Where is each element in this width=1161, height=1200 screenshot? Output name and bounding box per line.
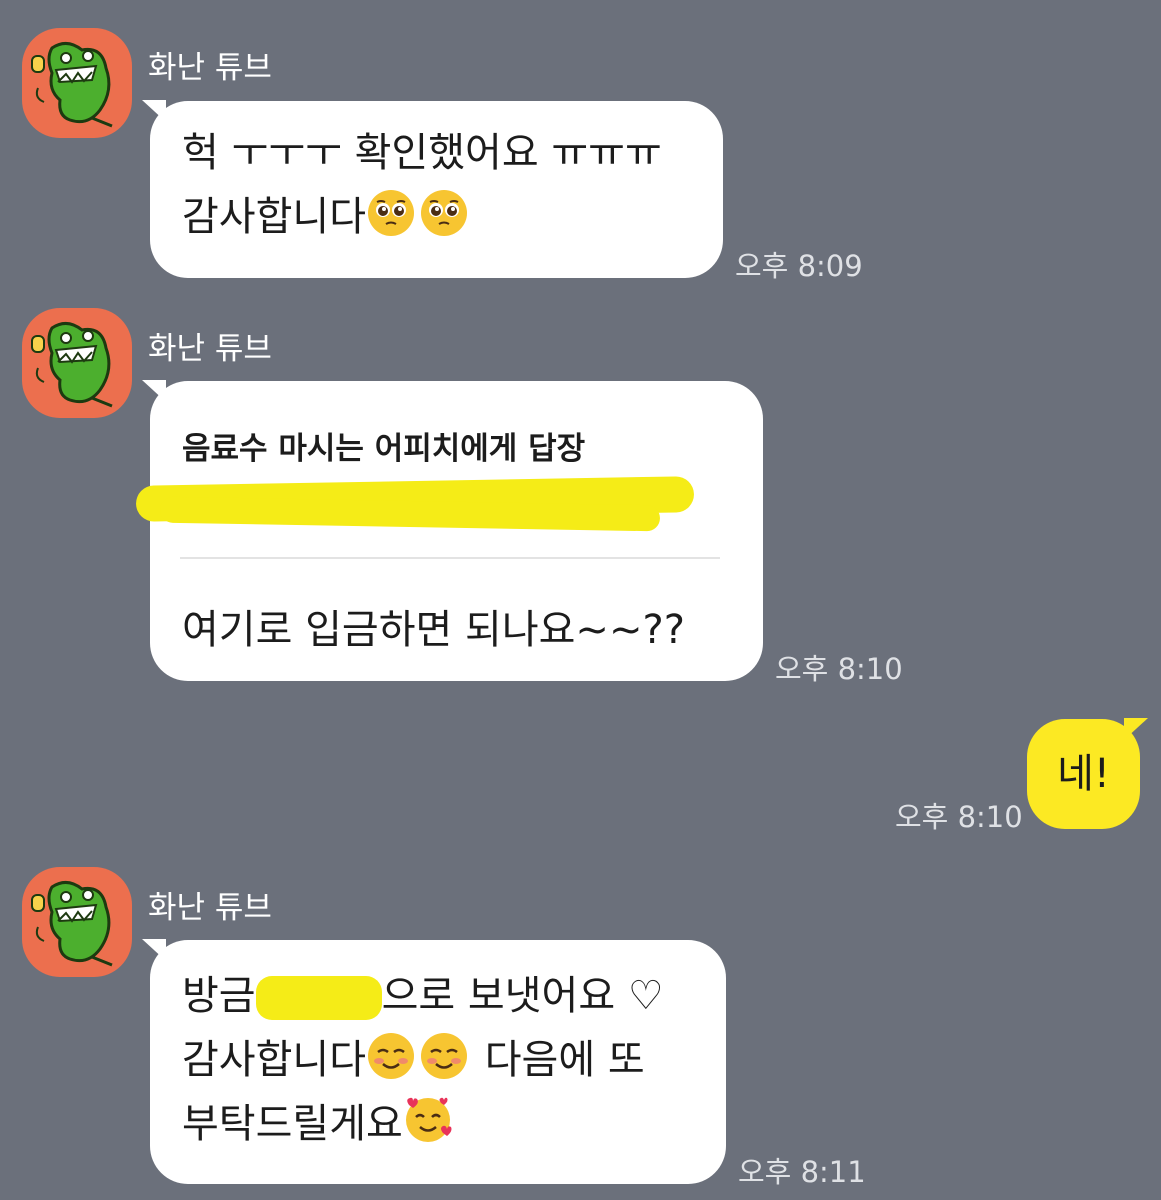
pleading-face-icon bbox=[419, 188, 469, 238]
message-text: 부탁드릴게요 bbox=[182, 1101, 403, 1147]
sender-name: 화난 튜브 bbox=[148, 890, 272, 926]
sender-avatar[interactable] bbox=[22, 867, 132, 977]
message-text: 감사합니다 bbox=[182, 1037, 366, 1083]
crocodile-avatar-icon bbox=[31, 42, 113, 128]
pleading-face-icon bbox=[366, 188, 416, 238]
smiling-face-icon bbox=[419, 1031, 469, 1081]
message-time: 오후 8:10 bbox=[775, 652, 903, 686]
message-bubble[interactable]: 방금 으로 보냇어요 ♡ 감사합니다 다음에 또 부탁드릴게요 bbox=[142, 939, 726, 1184]
message-text-line2: 감사합니다 다음에 또 bbox=[182, 1028, 726, 1092]
reply-message-bubble[interactable]: 음료수 마시는 어피치에게 답장 여기로 입금하면 되나요~~?? bbox=[135, 380, 763, 681]
message-text-line3: 부탁드릴게요 bbox=[182, 1092, 726, 1156]
message-text: 여기로 입금하면 되나요~~?? bbox=[182, 607, 685, 653]
sender-name: 화난 튜브 bbox=[148, 50, 272, 86]
message-text: 다음에 또 bbox=[472, 1037, 645, 1083]
reply-divider bbox=[180, 557, 720, 559]
smiling-face-with-hearts-icon bbox=[403, 1095, 453, 1145]
message-time: 오후 8:10 bbox=[895, 800, 1023, 834]
redaction-highlight bbox=[255, 976, 382, 1020]
message-text-line2: 감사합니다 bbox=[182, 185, 723, 249]
my-message-bubble[interactable]: 네! bbox=[1027, 718, 1148, 829]
sender-avatar[interactable] bbox=[22, 28, 132, 138]
message-text: 네! bbox=[1057, 751, 1110, 797]
message-text: 감사합니다 bbox=[182, 194, 366, 240]
message-text: 으로 보냇어요 ♡ bbox=[381, 973, 664, 1019]
reply-quote-title: 음료수 마시는 어피치에게 답장 bbox=[182, 431, 586, 467]
message-bubble[interactable]: 헉 ㅜㅜㅜ 확인했어요 ㅠㅠㅠ 감사합니다 bbox=[142, 100, 723, 278]
message-text: 방금 bbox=[182, 973, 256, 1019]
sender-name: 화난 튜브 bbox=[148, 331, 272, 367]
message-time: 오후 8:09 bbox=[735, 249, 863, 283]
message-text-line1: 헉 ㅜㅜㅜ 확인했어요 ㅠㅠㅠ bbox=[182, 130, 662, 176]
crocodile-avatar-icon bbox=[31, 881, 113, 967]
message-text-line1: 방금 으로 보냇어요 ♡ bbox=[182, 964, 726, 1028]
smiling-face-icon bbox=[366, 1031, 416, 1081]
sender-avatar[interactable] bbox=[22, 308, 132, 418]
message-time: 오후 8:11 bbox=[738, 1155, 866, 1189]
crocodile-avatar-icon bbox=[31, 322, 113, 408]
